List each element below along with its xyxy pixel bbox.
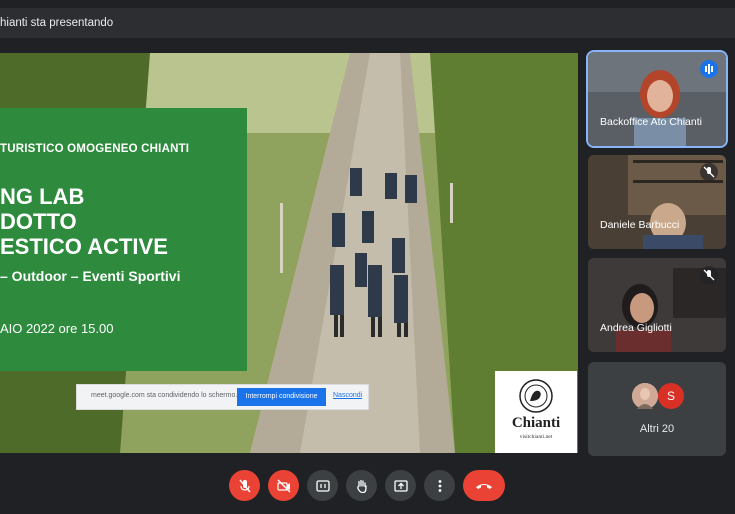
more-options-button[interactable]	[424, 470, 455, 501]
participant-tile[interactable]: Backoffice Ato Chianti	[586, 50, 728, 148]
end-call-button[interactable]	[463, 470, 505, 501]
mic-off-icon	[238, 479, 251, 492]
presenter-title: hianti sta presentando	[0, 17, 114, 29]
logo-url: visitchianti.net	[519, 434, 553, 440]
raise-hand-icon	[356, 479, 367, 493]
captions-icon	[315, 479, 330, 492]
mic-muted-icon	[700, 266, 718, 284]
end-call-icon	[476, 483, 492, 489]
slide-line-3: DOTTO	[0, 209, 77, 234]
slide-title-card: TURISTICO OMOGENEO CHIANTI NG LAB DOTTO …	[0, 108, 247, 371]
presentation-banner: hianti sta presentando	[0, 8, 735, 38]
participant-tile[interactable]: Andrea Gigliotti	[588, 258, 726, 352]
rooster-emblem-icon	[519, 379, 553, 413]
participant-tile[interactable]: Daniele Barbucci	[588, 155, 726, 249]
logo-name: Chianti	[511, 415, 561, 431]
mic-toggle-button[interactable]	[229, 470, 260, 501]
hide-link[interactable]: Nascondi	[333, 392, 362, 399]
others-count: Altri 20	[639, 423, 675, 435]
more-icon	[438, 479, 441, 492]
participant-name: Backoffice Ato Chianti	[600, 116, 702, 128]
present-screen-button[interactable]	[385, 470, 416, 501]
captions-button[interactable]	[307, 470, 338, 501]
mic-muted-icon	[700, 163, 718, 181]
slide-line-4: ESTICO ACTIVE	[0, 234, 168, 259]
participant-name: Daniele Barbucci	[600, 219, 680, 231]
participant-name: Andrea Gigliotti	[600, 322, 672, 334]
camera-toggle-button[interactable]	[268, 470, 299, 501]
slide-line-1: TURISTICO OMOGENEO CHIANTI	[0, 143, 190, 155]
slide-line-6: AIO 2022 ore 15.00	[0, 321, 114, 336]
chianti-logo: Chianti visitchianti.net	[495, 371, 577, 453]
raise-hand-button[interactable]	[346, 470, 377, 501]
screen-share-notice: meet.google.com sta condividendo lo sche…	[76, 384, 369, 410]
share-message: meet.google.com sta condividendo lo sche…	[91, 392, 238, 399]
camera-off-icon	[276, 479, 290, 492]
slide-line-2: NG LAB	[0, 184, 85, 209]
speaking-icon	[700, 60, 718, 78]
shared-screen: TURISTICO OMOGENEO CHIANTI NG LAB DOTTO …	[0, 53, 578, 453]
stop-sharing-button[interactable]: Interrompi condivisione	[237, 388, 326, 406]
avatar-letter: S	[658, 383, 684, 409]
present-icon	[393, 479, 408, 492]
slide-line-5: – Outdoor – Eventi Sportivi	[0, 268, 181, 284]
other-participants-tile[interactable]: S Altri 20	[588, 362, 726, 456]
avatar	[632, 383, 658, 409]
